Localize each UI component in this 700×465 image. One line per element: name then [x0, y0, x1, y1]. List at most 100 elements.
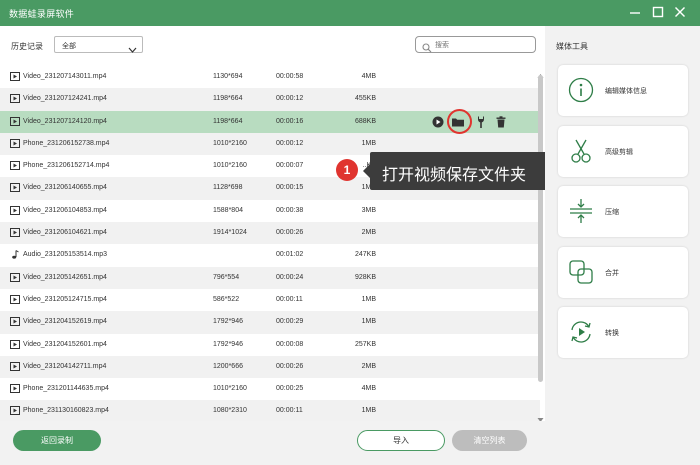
tooltip-text: 打开视频保存文件夹 [382, 167, 527, 184]
merge-card[interactable]: 合并 [558, 247, 688, 298]
compress-card[interactable]: 压缩 [558, 186, 688, 237]
file-name: Video_231204152619.mp4 [23, 318, 107, 326]
video-file-icon [10, 272, 20, 282]
video-file-icon [10, 161, 20, 171]
file-size: 928KB [354, 273, 376, 281]
file-duration: 00:00:12 [276, 139, 304, 147]
file-size: 1MB [361, 139, 376, 147]
file-size: 257KB [354, 340, 376, 348]
convert-card[interactable]: 转换 [558, 307, 688, 358]
file-resolution: 1792*946 [213, 340, 243, 348]
file-resolution: 1588*804 [213, 206, 243, 214]
wrench-icon[interactable] [473, 114, 489, 130]
folder-highlight-ring [447, 109, 472, 134]
search-icon [422, 40, 432, 53]
file-duration: 00:00:38 [276, 206, 304, 214]
file-duration: 00:00:26 [276, 229, 304, 237]
file-resolution: 1198*664 [213, 117, 243, 125]
convert-icon [567, 318, 595, 346]
file-duration: 00:01:02 [276, 251, 304, 259]
compress-icon [567, 197, 595, 225]
tool-label: 合并 [605, 270, 619, 277]
file-name: Video_231207124120.mp4 [23, 117, 107, 125]
video-file-icon [10, 138, 20, 148]
video-file-icon [10, 406, 20, 416]
minimize-icon[interactable] [628, 5, 642, 19]
file-name: Video_231206104621.mp4 [23, 229, 107, 237]
file-resolution: 1914*1024 [213, 229, 247, 237]
edit-media-info-card[interactable]: 编辑媒体信息 [558, 65, 688, 116]
file-duration: 00:00:11 [276, 295, 303, 303]
back-to-record-button[interactable]: 返回录制 [13, 430, 101, 451]
file-row[interactable]: Video_231207143011.mp4 1130*694 00:00:58 4M… [0, 66, 540, 89]
scroll-up-icon[interactable] [537, 66, 544, 78]
file-row[interactable]: Video_231206104621.mp4 1914*1024 00:00:26 2… [0, 222, 540, 245]
file-name: Video_231207124241.mp4 [23, 95, 107, 103]
info-icon [567, 76, 595, 104]
play-icon[interactable] [430, 114, 446, 130]
video-file-icon [10, 183, 20, 193]
file-size: 455KB [354, 95, 376, 103]
close-icon[interactable] [673, 5, 687, 19]
file-duration: 00:00:11 [276, 407, 303, 415]
tooltip-arrow [363, 164, 370, 178]
file-name: Phone_231130160823.mp4 [23, 407, 109, 415]
file-resolution: 1010*2160 [213, 385, 247, 393]
file-row[interactable]: Video_231205142651.mp4 796*554 00:00:24 928… [0, 266, 540, 289]
file-name: Audio_231205153514.mp3 [23, 251, 108, 259]
file-name: Phone_231206152738.mp4 [23, 139, 110, 147]
file-resolution: 1080*2310 [213, 407, 247, 415]
file-duration: 00:00:25 [276, 385, 304, 393]
file-size: 1MB [361, 318, 376, 326]
file-row[interactable]: Video_231204152601.mp4 1792*946 00:00:08 25… [0, 333, 540, 356]
video-file-icon [10, 317, 20, 327]
file-size: 2MB [361, 229, 376, 237]
video-file-icon [10, 384, 20, 394]
file-name: Video_231206104853.mp4 [23, 206, 107, 214]
file-name: Video_231207143011.mp4 [23, 73, 107, 80]
scroll-down-icon[interactable] [537, 410, 544, 422]
file-resolution: 1128*698 [213, 184, 243, 192]
scrollbar-thumb[interactable] [538, 75, 543, 382]
file-size: 4MB [361, 385, 376, 393]
filter-value: 全部 [62, 43, 76, 50]
media-tools-title: 媒体工具 [556, 42, 588, 51]
audio-file-icon [10, 250, 20, 259]
maximize-icon[interactable] [651, 5, 665, 19]
file-row[interactable]: Phone_231201144635.mp4 1010*2160 00:00:25 4… [0, 378, 540, 401]
video-file-icon [10, 294, 20, 304]
file-row[interactable]: Audio_231205153514.mp3 00:01:02 247KB [0, 244, 540, 267]
chevron-down-icon [128, 41, 137, 53]
file-resolution: 796*554 [213, 273, 240, 281]
file-row[interactable]: Video_231206104853.mp4 1588*804 00:00:38 3M… [0, 199, 540, 223]
file-resolution: 1198*664 [213, 95, 243, 103]
merge-icon [567, 258, 595, 286]
file-row[interactable]: Video_231207124241.mp4 1198*664 00:00:12 45… [0, 88, 540, 111]
file-row[interactable]: Video_231204142711.mp4 1200*666 00:00:26 2M… [0, 355, 540, 379]
file-row[interactable]: Video_231204152619.mp4 1792*946 00:00:29 1M… [0, 311, 540, 334]
search-box[interactable] [415, 36, 536, 53]
file-duration: 00:00:12 [276, 95, 304, 103]
filter-dropdown[interactable]: 全部 [54, 36, 143, 53]
file-row[interactable]: Video_231205124715.mp4 586*522 00:00:11 1MB [0, 288, 540, 312]
file-name: Video_231204142711.mp4 [23, 362, 107, 370]
clear-list-button[interactable]: 清空列表 [452, 430, 527, 451]
file-row[interactable]: Phone_231130160823.mp4 1080*2310 00:00:11 1… [0, 400, 540, 421]
file-size: 2MB [361, 362, 376, 370]
media-tools-panel: 媒体工具 编辑媒体信息 高级剪辑 压缩 合并 转换 [545, 26, 700, 465]
file-resolution: 586*522 [213, 295, 240, 303]
file-name: Phone_231206152714.mp4 [23, 162, 110, 170]
file-name: Video_231204152601.mp4 [23, 340, 107, 348]
import-button[interactable]: 导入 [357, 430, 445, 451]
video-file-icon [10, 94, 20, 104]
file-size: 688KB [354, 117, 376, 125]
tool-label: 高级剪辑 [605, 149, 633, 156]
tooltip: 打开视频保存文件夹 [363, 152, 557, 190]
video-file-icon [10, 361, 20, 371]
file-resolution: 1792*946 [213, 318, 243, 326]
advanced-edit-card[interactable]: 高级剪辑 [558, 126, 688, 177]
trash-icon[interactable] [493, 114, 509, 130]
tool-label: 编辑媒体信息 [605, 88, 647, 95]
search-input[interactable] [435, 39, 531, 51]
file-duration: 00:00:29 [276, 318, 304, 326]
